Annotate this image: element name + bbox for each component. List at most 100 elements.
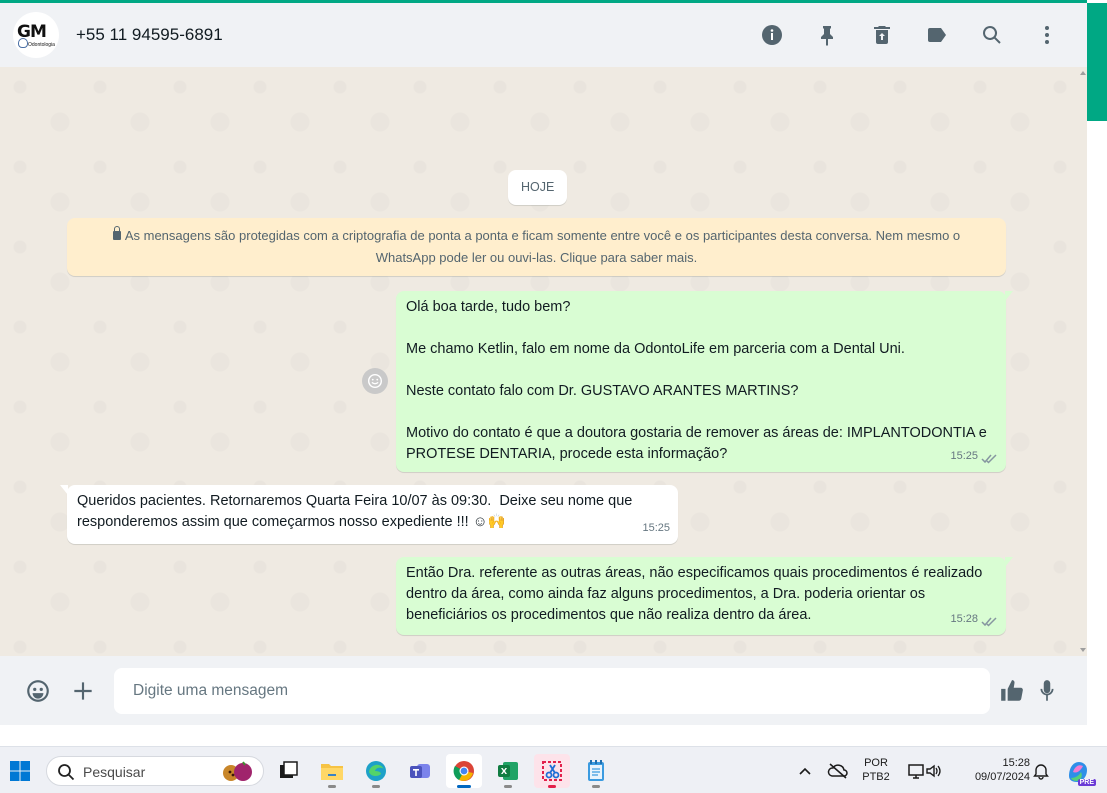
taskbar-task-view[interactable] [270,754,306,788]
snipping-tool-icon [542,761,562,781]
cloud-offline-icon [827,763,848,779]
notifications-button[interactable] [1028,754,1054,788]
info-button[interactable] [756,19,788,51]
edge-icon [366,761,386,781]
delete-button[interactable] [866,19,898,51]
plus-icon [74,682,92,700]
window-scrollbar-thumb[interactable] [1087,3,1107,121]
voice-message-button[interactable] [1032,676,1062,706]
encryption-notice-text: As mensagens são protegidas com a cripto… [124,228,961,265]
chrome-icon [453,761,474,781]
taskbar-snipping-tool[interactable] [534,754,570,788]
message-text: Olá boa tarde, tudo bem? Me chamo Ketlin… [406,299,987,462]
chat-scrollbar[interactable] [1078,67,1087,656]
message-text: Queridos pacientes. Retornaremos Quarta … [77,493,637,530]
message-bubble-outgoing[interactable]: Então Dra. referente as outras áreas, nã… [396,557,1013,635]
emoji-button[interactable] [23,676,53,706]
message-input[interactable] [114,668,990,714]
label-icon [928,28,946,42]
lock-icon [112,226,121,240]
taskbar-chrome[interactable] [446,754,482,788]
attach-button[interactable] [68,676,98,706]
message-bubble-incoming[interactable]: Queridos pacientes. Retornaremos Quarta … [60,485,678,544]
thumbs-up-icon [1001,680,1023,701]
scroll-down-icon[interactable] [1080,648,1086,652]
tray-language[interactable]: POR PTB2 [856,756,896,784]
chat-panel[interactable]: HOJE As mensagens são protegidas com a c… [0,67,1087,656]
taskbar-search-text: Pesquisar [83,764,146,780]
message-bubble-outgoing[interactable]: Olá boa tarde, tudo bem? Me chamo Ketlin… [396,291,1013,472]
search-button[interactable] [976,19,1008,51]
excel-icon [498,762,518,780]
clock-date: 09/07/2024 [974,771,1030,783]
bubble-tail [1005,291,1013,301]
tray-overflow-button[interactable] [790,754,820,788]
bubble-tail [1005,557,1013,567]
running-indicator [548,785,556,788]
avatar[interactable]: GM Odontologia [13,12,59,58]
keyboard-layout: PTB2 [862,771,890,783]
running-indicator [457,785,471,788]
avatar-subtext: Odontologia [28,42,55,48]
taskbar-edge[interactable] [358,754,394,788]
language-code: POR [864,757,888,769]
taskbar-notepad[interactable] [578,754,614,788]
encryption-notice[interactable]: As mensagens são protegidas com a cripto… [67,218,1006,276]
search-highlight-icon [223,761,252,781]
whatsapp-window: GM Odontologia +55 11 94595-6891 HOJE As… [0,0,1107,746]
more-options-button[interactable] [1031,19,1063,51]
tray-clock[interactable]: 15:28 09/07/2024 [958,756,1030,784]
taskbar-search[interactable]: Pesquisar [46,756,264,786]
scroll-up-icon[interactable] [1080,71,1086,75]
message-time: 15:25 [950,450,978,462]
message-text: Então Dra. referente as outras áreas, nã… [406,565,987,623]
delete-icon [874,26,890,44]
message-meta: 15:28 [950,609,998,630]
header-actions [756,19,1063,51]
clock-time: 15:28 [1002,757,1030,769]
search-icon [983,26,1001,44]
bubble-tail [60,485,68,495]
copilot-button[interactable]: PRE [1060,754,1096,788]
network-icon [908,764,924,779]
double-check-icon [981,614,998,627]
volume-icon [926,764,941,778]
running-indicator [504,785,512,788]
chat-header: GM Odontologia +55 11 94595-6891 [0,3,1087,67]
message-meta: 15:25 [642,518,670,539]
start-button[interactable] [2,754,38,788]
folder-icon [321,764,343,780]
double-check-icon [981,451,998,464]
pin-button[interactable] [811,19,843,51]
message-time: 15:28 [950,613,978,625]
teams-icon [410,764,430,778]
tray-onedrive-button[interactable] [822,754,854,788]
label-button[interactable] [921,19,953,51]
running-indicator [328,785,336,788]
more-options-icon [1045,26,1049,44]
taskbar-excel[interactable] [490,754,526,788]
taskbar-teams[interactable] [402,754,438,788]
windows-icon [10,761,30,781]
tray-network-volume[interactable] [900,754,950,788]
bell-icon [1033,764,1049,780]
task-view-icon [280,761,298,778]
pin-icon [821,26,833,46]
search-icon [58,764,75,781]
date-chip: HOJE [508,170,568,205]
running-indicator [592,785,600,788]
message-time: 15:25 [642,522,670,534]
taskbar: Pesquisar POR PTB2 15:28 09/07/2024 PRE [0,746,1107,793]
react-button[interactable] [362,368,388,394]
tooth-icon [18,38,28,48]
message-meta: 15:25 [950,446,998,467]
taskbar-file-explorer[interactable] [314,754,350,788]
notepad-icon [588,760,604,781]
chevron-up-icon [799,767,811,775]
contact-name[interactable]: +55 11 94595-6891 [76,25,223,45]
running-indicator [372,785,380,788]
microphone-icon [1040,680,1054,701]
info-icon [762,25,782,45]
copilot-badge: PRE [1077,779,1096,786]
send-like-button[interactable] [997,676,1027,706]
